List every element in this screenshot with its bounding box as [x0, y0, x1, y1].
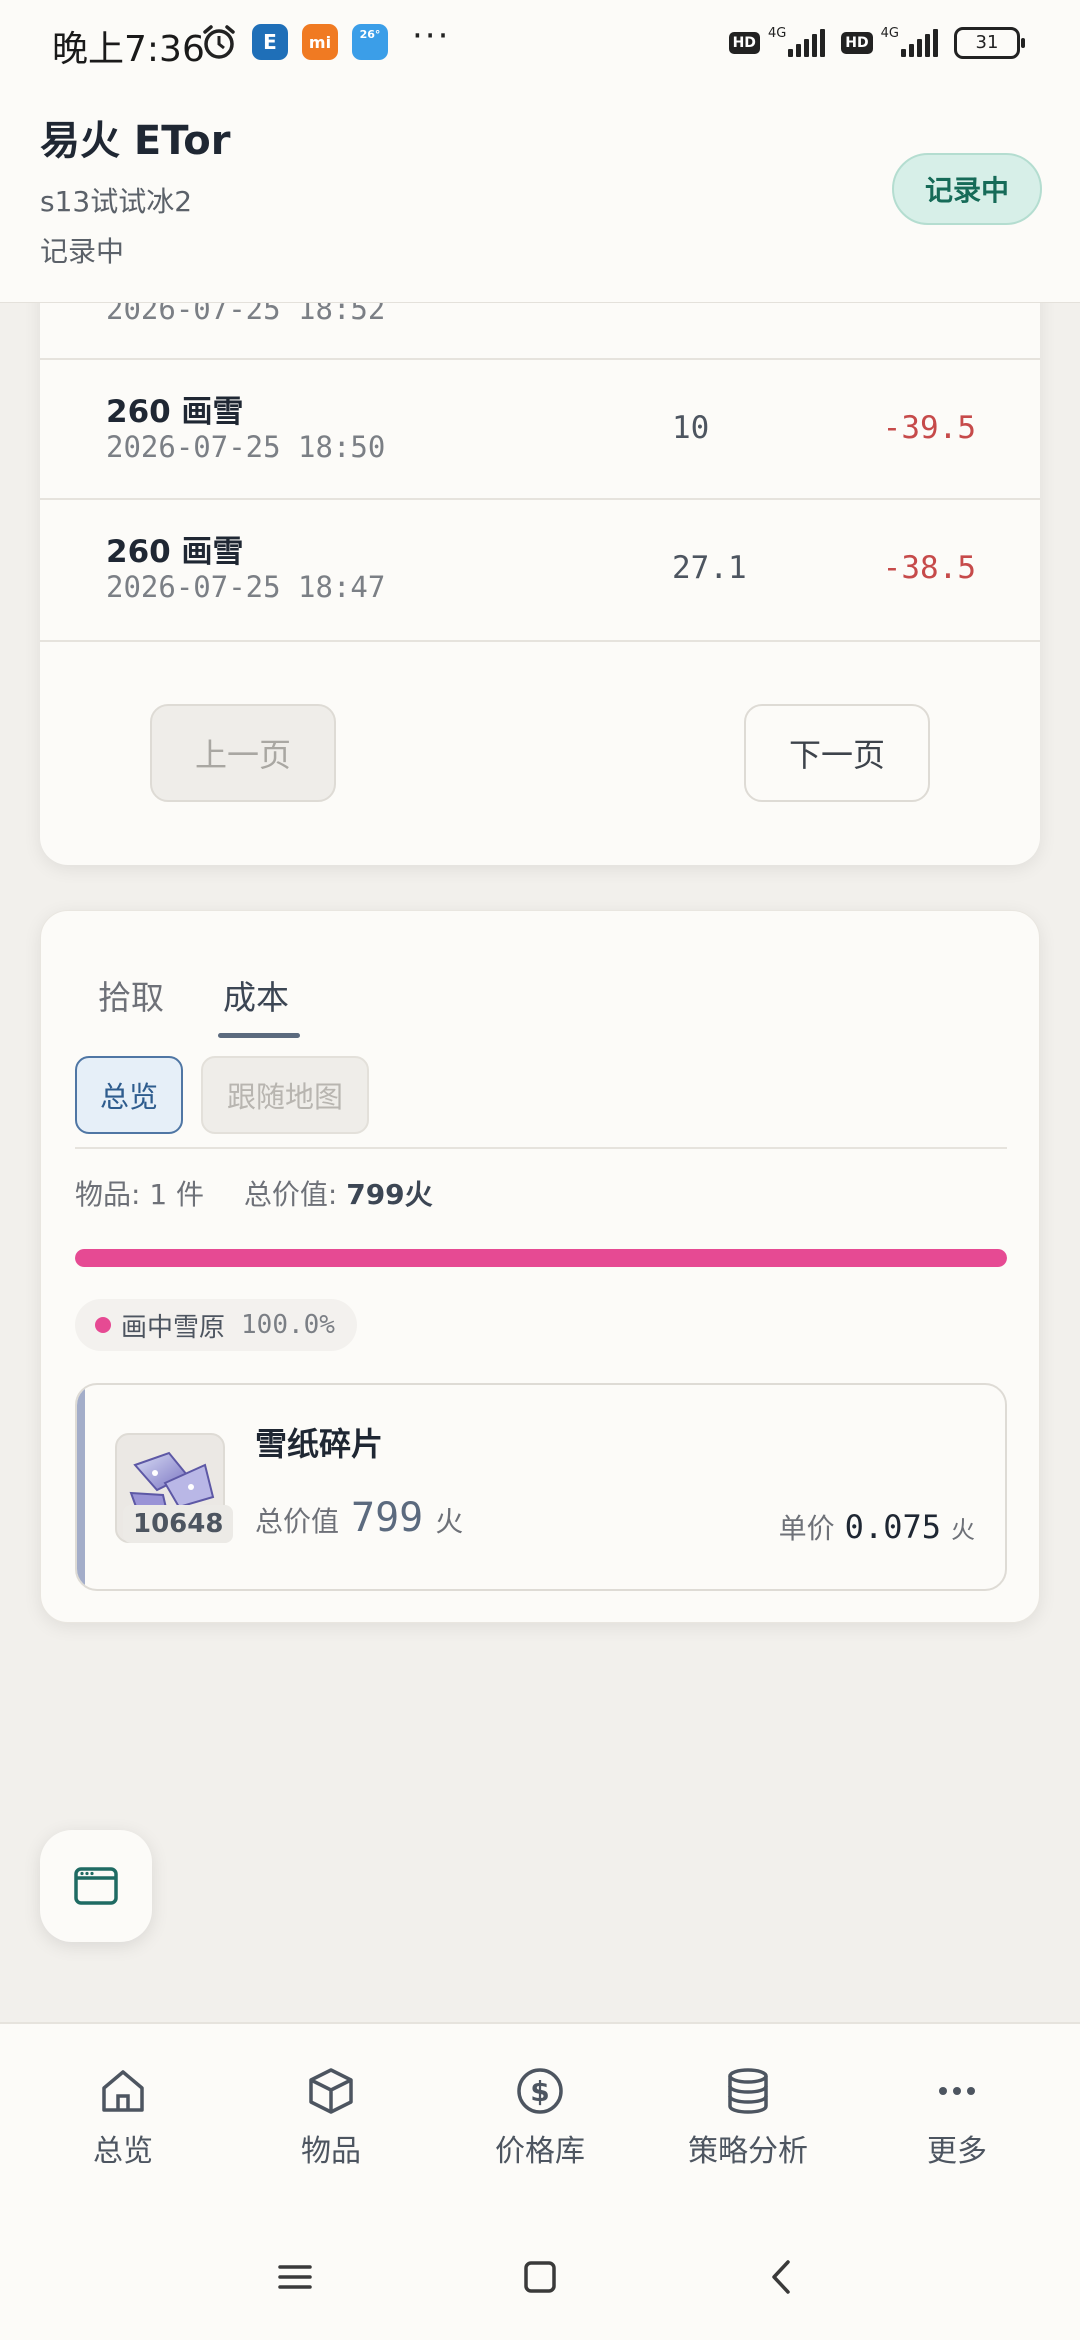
item-total-unit: 火	[435, 1505, 464, 1538]
app-title: 易火 ETor	[40, 118, 231, 164]
nav-label: 物品	[301, 2134, 361, 2169]
nav-label: 总览	[93, 2134, 153, 2169]
table-row[interactable]: 260 画雪 2026-07-25 18:50 10 -39.5	[40, 360, 1040, 500]
nav-price-library[interactable]: $ 价格库	[440, 2064, 640, 2170]
record-quantity: 10	[672, 410, 710, 446]
item-unit-label: 单价	[778, 1512, 835, 1545]
status-bar: 晚上7:36 E mi 26° ··· HD 4G HD 4G 31	[0, 0, 1080, 88]
bottom-navigation: 总览 物品 $ 价格库 策略分析 更多	[0, 2022, 1080, 2212]
filter-overview[interactable]: 总览	[75, 1056, 183, 1134]
item-accent-bar	[77, 1385, 85, 1589]
distribution-legend-item: 画中雪原 100.0%	[75, 1299, 357, 1351]
item-unit-currency: 火	[951, 1516, 975, 1544]
cost-panel: 拾取 成本 总览 跟随地图 物品: 1 件 总价值: 799火 画中雪原 100…	[40, 910, 1040, 1623]
home-square-icon[interactable]	[515, 2252, 565, 2302]
status-time: 晚上7:36	[52, 29, 205, 70]
record-title: 260 画雪	[106, 394, 244, 430]
hd-icon: HD	[728, 31, 760, 54]
item-card[interactable]: 10648 雪纸碎片 总价值 799 火 单价 0.075 火	[75, 1383, 1007, 1591]
distribution-bar-fill	[75, 1249, 1007, 1267]
signal-icon	[901, 28, 938, 57]
item-total-amount: 799	[351, 1495, 424, 1541]
tab-cost[interactable]: 成本	[223, 971, 289, 1019]
next-page-button[interactable]: 下一页	[744, 704, 930, 802]
legend-dot	[95, 1317, 111, 1333]
item-count: 物品: 1 件	[75, 1178, 205, 1211]
network-type: 4G	[880, 26, 899, 41]
prev-page-button[interactable]: 上一页	[150, 704, 336, 802]
session-name: s13试试冰2	[40, 185, 193, 218]
item-total-label: 总价值	[255, 1505, 340, 1538]
nav-label: 更多	[927, 2134, 987, 2169]
app-mi-icon: mi	[302, 24, 338, 60]
legend-percent: 100.0%	[241, 1310, 335, 1340]
item-total-value: 总价值 799 火	[255, 1495, 463, 1541]
app-header: 易火 ETor s13试试冰2 记录中 记录中	[0, 88, 1080, 303]
database-icon	[728, 2068, 768, 2114]
window-icon	[74, 1867, 118, 1905]
item-unit-amount: 0.075	[844, 1508, 941, 1546]
box-icon	[309, 2068, 353, 2114]
home-icon	[102, 2070, 144, 2112]
record-price: -38.5	[882, 550, 976, 586]
nav-items[interactable]: 物品	[231, 2064, 431, 2170]
back-icon[interactable]	[758, 2252, 808, 2302]
nav-label: 策略分析	[688, 2134, 808, 2169]
record-time: 2026-07-25 18:50	[106, 430, 386, 464]
record-quantity: 27.1	[672, 550, 747, 586]
cost-summary: 物品: 1 件 总价值: 799火	[75, 1173, 433, 1213]
app-e-icon: E	[252, 24, 288, 60]
network-type: 4G	[767, 26, 787, 41]
alarm-icon	[203, 25, 235, 59]
legend-name: 画中雪原	[121, 1312, 226, 1343]
floating-window-button[interactable]	[40, 1830, 152, 1942]
nav-more[interactable]: 更多	[857, 2064, 1057, 2170]
item-name: 雪纸碎片	[255, 1425, 384, 1463]
item-quantity: 10648	[123, 1505, 234, 1543]
table-row[interactable]: 260 画雪 2026-07-25 18:47 27.1 -38.5	[40, 500, 1040, 642]
battery-icon: 31	[954, 26, 1025, 59]
svg-text:$: $	[530, 2075, 549, 2108]
nav-strategy-analysis[interactable]: 策略分析	[648, 2064, 848, 2170]
total-value: 799火	[346, 1178, 433, 1211]
status-indicators: HD 4G HD 4G 31	[728, 26, 1025, 59]
weather-app-icon: 26°	[352, 24, 388, 60]
tab-pickup[interactable]: 拾取	[98, 971, 164, 1019]
item-unit-price: 单价 0.075 火	[779, 1507, 975, 1547]
record-price: -39.5	[882, 410, 976, 446]
active-tab-indicator	[218, 1033, 300, 1038]
filter-follow-map[interactable]: 跟随地图	[201, 1056, 369, 1134]
dollar-icon: $	[517, 2068, 563, 2114]
menu-icon[interactable]	[270, 2252, 320, 2302]
nav-overview[interactable]: 总览	[23, 2064, 223, 2170]
total-value-label: 总价值:	[243, 1178, 338, 1211]
nav-label: 价格库	[495, 2134, 585, 2169]
hd-icon: HD	[841, 31, 873, 54]
signal-icon	[788, 28, 826, 57]
recording-badge[interactable]: 记录中	[892, 153, 1042, 225]
records-card: 2026-07-25 18:52 260 画雪 2026-07-25 18:50…	[40, 250, 1040, 865]
distribution-bar	[75, 1249, 1007, 1267]
more-icon	[939, 2087, 975, 2095]
divider	[75, 1147, 1007, 1149]
record-time: 2026-07-25 18:47	[106, 570, 386, 604]
record-title: 260 画雪	[106, 534, 244, 570]
system-navigation-bar	[0, 2212, 1080, 2340]
more-notifications-icon: ···	[412, 16, 451, 56]
session-status: 记录中	[40, 235, 125, 268]
